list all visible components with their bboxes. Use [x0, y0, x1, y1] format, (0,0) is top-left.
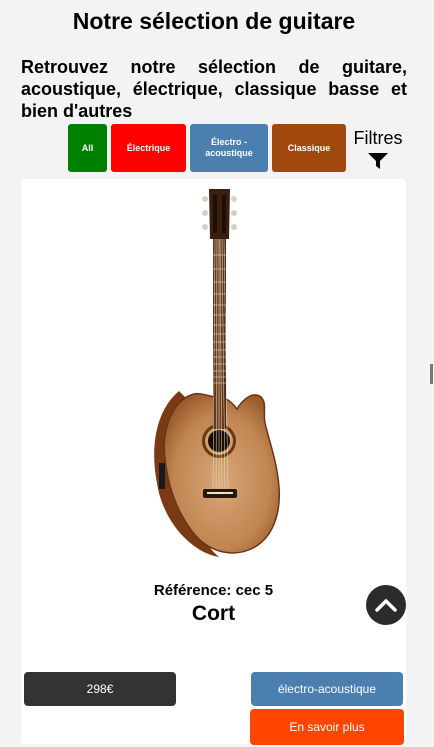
intro-text: Retrouvez notre sélection de guitare, ac…	[21, 57, 407, 121]
filters-toggle-label: Filtres	[353, 128, 403, 148]
filter-all-button[interactable]: All	[68, 124, 107, 172]
funnel-icon	[368, 153, 388, 169]
filter-electrique-button[interactable]: Électrique	[111, 124, 186, 172]
scroll-to-top-button[interactable]	[366, 585, 406, 625]
page-title: Notre sélection de guitare	[72, 8, 356, 34]
filter-electro-acoustique-button[interactable]: Électro - acoustique	[190, 124, 268, 172]
learn-more-button[interactable]: En savoir plus	[250, 709, 404, 745]
guitar-image	[154, 189, 281, 557]
price-button[interactable]: 298€	[24, 672, 176, 706]
filters-toggle[interactable]: Filtres	[349, 128, 407, 170]
scrollbar-handle[interactable]	[430, 364, 433, 384]
product-card: Référence: cec 5 Cort 298€ électro-acous…	[21, 179, 406, 745]
product-reference: Référence: cec 5	[153, 582, 274, 599]
category-button[interactable]: électro-acoustique	[251, 672, 403, 706]
chevron-up-icon	[375, 599, 397, 612]
product-brand: Cort	[191, 602, 236, 625]
filter-classique-button[interactable]: Classique	[272, 124, 346, 172]
